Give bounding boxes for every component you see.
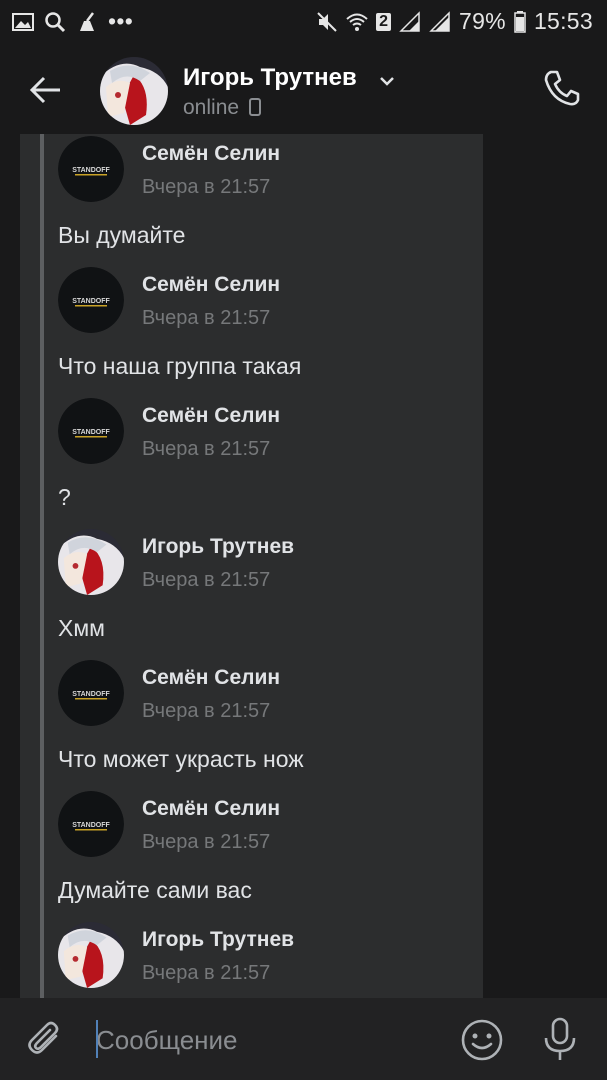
more-dots: ••• <box>108 8 134 34</box>
message-item[interactable]: STANDOFF Семён Селин Вчера в 21:57 <box>58 136 478 208</box>
standoff-logo-text: STANDOFF <box>72 691 110 698</box>
message-text: Что может украсть нож <box>58 746 304 772</box>
standoff-logo-icon: STANDOFF <box>58 398 124 464</box>
standoff-logo-text: STANDOFF <box>72 822 110 829</box>
gallery-icon <box>12 12 34 31</box>
anime-avatar-image <box>58 922 124 988</box>
signal-icon-2 <box>429 10 450 32</box>
message-time: Вчера в 21:57 <box>142 831 271 853</box>
message-item[interactable]: STANDOFF Семён Селин Вчера в 21:57 <box>58 398 478 470</box>
message-item[interactable]: Игорь Трутнев Вчера в 21:57 <box>58 529 478 601</box>
message-item[interactable]: STANDOFF Семён Селин Вчера в 21:57 <box>58 660 478 732</box>
message-time: Вчера в 21:57 <box>142 307 271 329</box>
mute-icon <box>317 11 337 32</box>
message-item[interactable]: STANDOFF Семён Селин Вчера в 21:57 <box>58 267 478 339</box>
message-time: Вчера в 21:57 <box>142 569 271 591</box>
standoff-avatar[interactable]: STANDOFF <box>58 267 124 333</box>
emoji-icon[interactable] <box>460 1018 504 1062</box>
message-time: Вчера в 21:57 <box>142 962 271 984</box>
standoff-logo-icon: STANDOFF <box>58 267 124 333</box>
message-item[interactable]: Игорь Трутнев Вчера в 21:57 <box>58 922 478 994</box>
paperclip-icon[interactable] <box>26 1020 66 1060</box>
status-bar: ••• 2 79% 15:53 <box>0 0 607 44</box>
message-author[interactable]: Семён Селин <box>142 142 280 166</box>
message-author[interactable]: Игорь Трутнев <box>142 928 294 952</box>
text-cursor <box>96 1020 98 1058</box>
message-text: Думайте сами вас <box>58 877 252 903</box>
status-text: online <box>183 96 240 119</box>
wifi-badge: 2 <box>376 12 391 31</box>
message-author[interactable]: Семён Селин <box>142 666 280 690</box>
clock: 15:53 <box>533 8 593 34</box>
standoff-avatar[interactable]: STANDOFF <box>58 791 124 857</box>
standoff-logo-icon: STANDOFF <box>58 791 124 857</box>
signal-icon-1 <box>399 10 420 32</box>
message-item[interactable]: STANDOFF Семён Селин Вчера в 21:57 <box>58 791 478 863</box>
message-time: Вчера в 21:57 <box>142 700 271 722</box>
phone-call-icon[interactable] <box>542 68 582 108</box>
message-text: Что наша группа такая <box>58 353 302 379</box>
cleaner-icon <box>80 11 94 31</box>
search-icon <box>45 11 66 32</box>
message-author[interactable]: Семён Селин <box>142 797 280 821</box>
message-composer <box>0 998 607 1080</box>
standoff-avatar[interactable]: STANDOFF <box>58 398 124 464</box>
anime-avatar[interactable] <box>58 529 124 595</box>
message-input[interactable] <box>96 1018 436 1062</box>
standoff-logo-text: STANDOFF <box>72 298 110 305</box>
message-list[interactable]: STANDOFF Семён Селин Вчера в 21:57 Вы думай… <box>0 134 607 998</box>
message-text: ? <box>58 484 71 510</box>
back-arrow-icon[interactable] <box>26 70 66 110</box>
microphone-icon[interactable] <box>540 1016 580 1062</box>
standoff-logo-icon: STANDOFF <box>58 136 124 202</box>
battery-icon <box>514 10 526 33</box>
message-text: Вы думайте <box>58 222 186 248</box>
standoff-avatar[interactable]: STANDOFF <box>58 136 124 202</box>
battery-percent: 79% <box>459 8 506 34</box>
message-author[interactable]: Семён Селин <box>142 404 280 428</box>
anime-avatar-image <box>58 529 124 595</box>
message-time: Вчера в 21:57 <box>142 438 271 460</box>
standoff-avatar[interactable]: STANDOFF <box>58 660 124 726</box>
message-text: Хмм <box>58 615 105 641</box>
mobile-phone-icon <box>248 98 261 116</box>
wifi-icon <box>346 13 368 31</box>
chevron-down-icon[interactable] <box>376 70 398 92</box>
quote-bar <box>40 134 44 998</box>
contact-status: online <box>183 96 261 120</box>
anime-avatar-image <box>100 57 168 125</box>
contact-avatar[interactable] <box>100 57 168 125</box>
standoff-logo-text: STANDOFF <box>72 167 110 174</box>
anime-avatar[interactable] <box>58 922 124 988</box>
chat-header: Игорь Трутнев online <box>0 44 607 134</box>
message-time: Вчера в 21:57 <box>142 176 271 198</box>
contact-name[interactable]: Игорь Трутнев <box>183 64 357 92</box>
standoff-logo-icon: STANDOFF <box>58 660 124 726</box>
message-author[interactable]: Игорь Трутнев <box>142 535 294 559</box>
standoff-logo-text: STANDOFF <box>72 429 110 436</box>
message-author[interactable]: Семён Селин <box>142 273 280 297</box>
